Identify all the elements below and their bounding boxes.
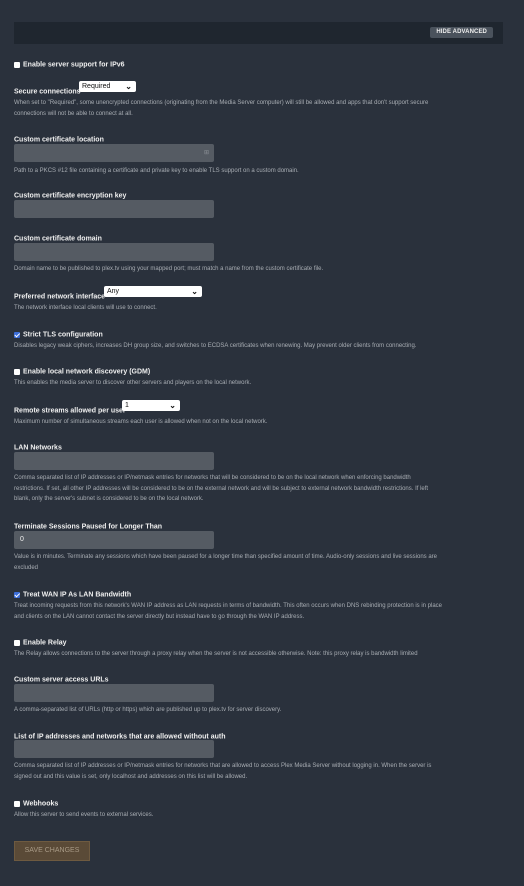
terminate-sessions-input[interactable]: 0 <box>14 531 214 549</box>
cert-domain-help: Domain name to be published to plex.tv u… <box>14 266 324 272</box>
lan-networks-help: Comma separated list of IP addresses or … <box>14 475 429 502</box>
cert-key-input[interactable] <box>14 200 214 218</box>
wan-ip-help: Treat incoming requests from this networ… <box>14 603 443 620</box>
strict-tls-label: Strict TLS configuration <box>23 331 103 339</box>
ipv6-checkbox[interactable] <box>14 61 20 68</box>
access-urls-help: A comma-separated list of URLs (http or … <box>14 707 282 713</box>
cert-domain-label: Custom certificate domain <box>14 235 102 243</box>
advanced-header-bar: HIDE ADVANCED <box>14 22 503 44</box>
lan-networks-input[interactable] <box>14 452 214 470</box>
wan-ip-checkbox[interactable] <box>14 591 20 598</box>
network-interface-label: Preferred network interface <box>14 293 106 301</box>
chevron-down-icon: ⌄ <box>125 82 132 91</box>
terminate-sessions-help: Value is in minutes. Terminate any sessi… <box>14 554 438 571</box>
remote-streams-label: Remote streams allowed per user <box>14 407 126 415</box>
save-changes-button[interactable]: SAVE CHANGES <box>14 841 90 861</box>
network-interface-help: The network interface local clients will… <box>14 305 157 311</box>
no-auth-help: Comma separated list of IP addresses or … <box>14 763 432 780</box>
gdm-help: This enables the media server to discove… <box>14 380 252 386</box>
ipv6-setting[interactable]: Enable server support for IPv6 <box>14 56 125 74</box>
cert-location-input[interactable]: ⊞ <box>14 144 214 162</box>
remote-streams-help: Maximum number of simultaneous streams e… <box>14 419 268 425</box>
remote-streams-select[interactable]: 1 ⌄ <box>122 400 180 411</box>
access-urls-label: Custom server access URLs <box>14 676 109 684</box>
webhooks-checkbox[interactable] <box>14 800 20 807</box>
relay-label: Enable Relay <box>23 639 67 647</box>
secure-connections-select[interactable]: Required ⌄ <box>79 81 136 92</box>
access-urls-input[interactable] <box>14 684 214 702</box>
relay-help: The Relay allows connections to the serv… <box>14 651 418 657</box>
hide-advanced-button[interactable]: HIDE ADVANCED <box>430 27 493 38</box>
terminate-sessions-label: Terminate Sessions Paused for Longer Tha… <box>14 523 163 531</box>
cert-location-help: Path to a PKCS #12 file containing a cer… <box>14 168 299 174</box>
webhooks-help: Allow this server to send events to exte… <box>14 812 154 818</box>
no-auth-input[interactable] <box>14 740 214 758</box>
cert-domain-input[interactable] <box>14 243 214 261</box>
strict-tls-help: Disables legacy weak ciphers, increases … <box>14 343 417 349</box>
lan-networks-label: LAN Networks <box>14 444 62 452</box>
gdm-checkbox[interactable] <box>14 368 20 375</box>
gdm-label: Enable local network discovery (GDM) <box>23 368 151 376</box>
webhooks-label: Webhooks <box>23 800 59 808</box>
wan-ip-label: Treat WAN IP As LAN Bandwidth <box>23 591 132 599</box>
ipv6-label: Enable server support for IPv6 <box>23 61 125 69</box>
folder-icon[interactable]: ⊞ <box>204 149 209 156</box>
relay-checkbox[interactable] <box>14 639 20 646</box>
network-interface-select[interactable]: Any ⌄ <box>104 286 202 297</box>
strict-tls-checkbox[interactable] <box>14 331 20 338</box>
cert-key-label: Custom certificate encryption key <box>14 192 127 200</box>
secure-connections-label: Secure connections <box>14 88 81 96</box>
chevron-down-icon: ⌄ <box>191 287 198 296</box>
cert-location-label: Custom certificate location <box>14 136 104 144</box>
chevron-down-icon: ⌄ <box>169 401 176 410</box>
secure-connections-help: When set to "Required", some unencrypted… <box>14 100 429 117</box>
